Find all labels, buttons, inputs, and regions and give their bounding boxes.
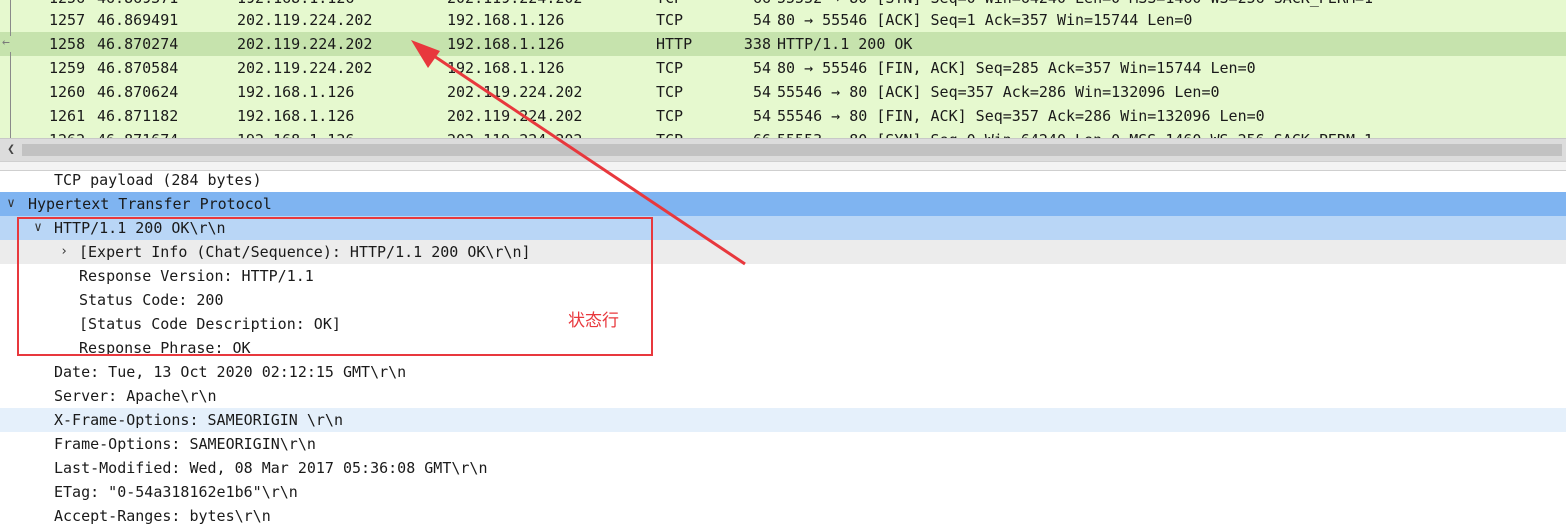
annotation-arrow — [411, 40, 746, 266]
annotation-arrowhead — [411, 40, 440, 68]
annotation-arrow-line — [424, 48, 746, 266]
